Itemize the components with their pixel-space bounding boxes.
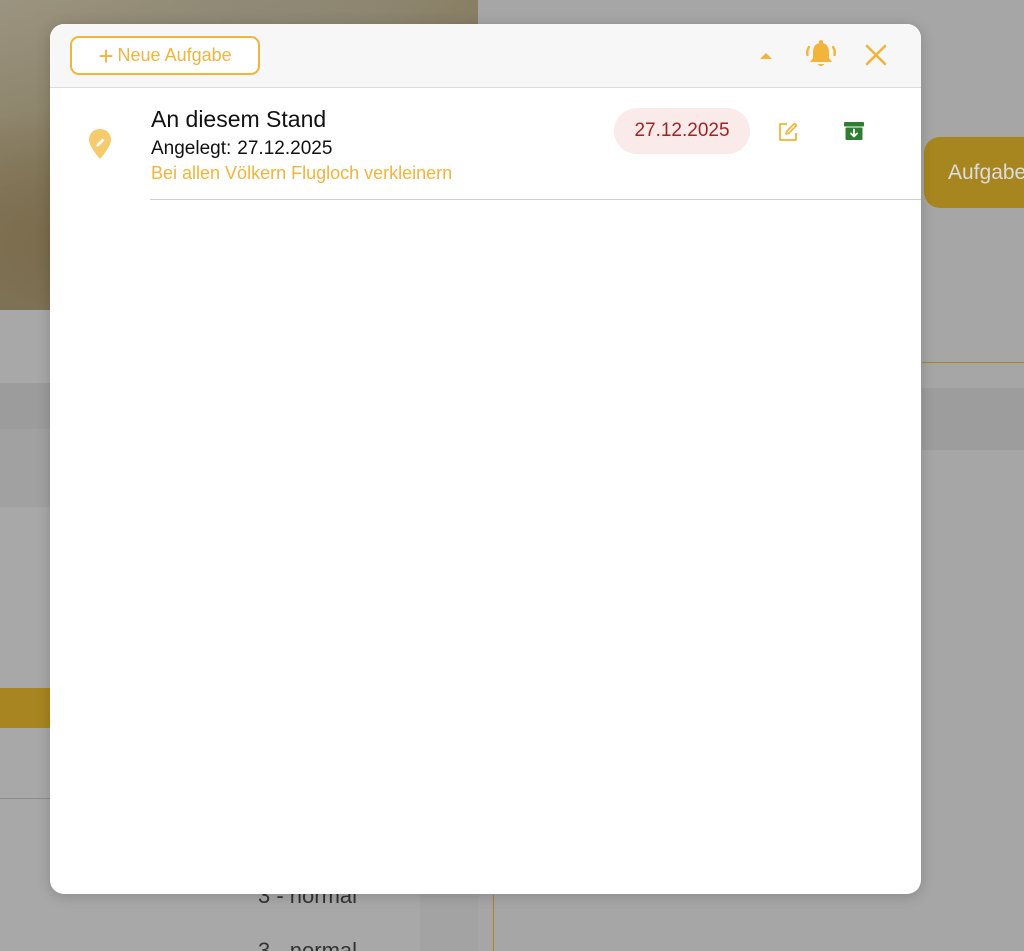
row-divider (150, 199, 921, 200)
background-accent-rule (922, 362, 1024, 363)
task-list-item[interactable]: An diesem Stand Angelegt: 27.12.2025 Bei … (50, 88, 921, 200)
task-title: An diesem Stand (151, 106, 327, 132)
due-date-badge: 27.12.2025 (614, 108, 750, 154)
bell-ringing-icon[interactable] (804, 38, 838, 72)
new-task-button[interactable]: + Neue Aufgabe (70, 36, 260, 75)
new-task-label: Neue Aufgabe (117, 45, 232, 65)
map-pin-icon (89, 129, 111, 159)
caret-up-icon[interactable] (755, 46, 777, 66)
task-created: Angelegt: 27.12.2025 (151, 138, 332, 160)
tasks-modal: + Neue Aufgabe An diesem Stand Angelegt:… (50, 24, 921, 894)
task-created-label: Angelegt: (151, 138, 232, 159)
task-created-date: 27.12.2025 (237, 138, 333, 159)
close-icon[interactable] (863, 42, 889, 68)
plus-icon: + (98, 40, 114, 71)
background-vertical-rule (493, 895, 494, 951)
task-note: Bei allen Völkern Flugloch verkleinern (151, 163, 453, 183)
edit-icon[interactable] (777, 121, 799, 143)
background-list-value: 3 - normal (258, 938, 358, 951)
modal-header: + Neue Aufgabe (50, 24, 921, 88)
background-strip (922, 388, 1024, 450)
background-aufgabe-button: Aufgabe (924, 137, 1024, 208)
archive-icon[interactable] (843, 120, 865, 142)
